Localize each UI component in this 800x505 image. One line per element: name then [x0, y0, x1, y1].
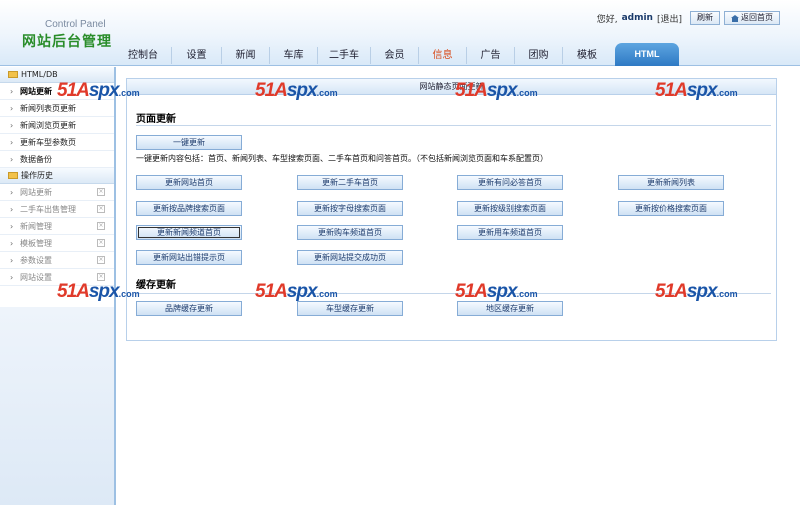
- close-icon[interactable]: ×: [97, 205, 105, 213]
- sidebar-item-news-list[interactable]: 新闻列表页更新: [0, 100, 114, 117]
- update-news-channel-button[interactable]: 更新新闻频道首页: [136, 225, 242, 240]
- update-buy-channel-button[interactable]: 更新购车频道首页: [297, 225, 403, 240]
- update-success-page-button[interactable]: 更新网站提交成功页: [297, 250, 403, 265]
- watermark: 51Aspx.com: [655, 281, 738, 302]
- watermark: 51Aspx.com: [255, 80, 338, 101]
- refresh-button[interactable]: 刷新: [690, 11, 720, 25]
- update-use-channel-button[interactable]: 更新用车频道首页: [457, 225, 563, 240]
- nav-templates[interactable]: 模板: [563, 47, 611, 64]
- close-icon[interactable]: ×: [97, 239, 105, 247]
- home-label: 返回首页: [741, 13, 773, 22]
- folder-icon: [8, 71, 18, 78]
- nav-members[interactable]: 会员: [371, 47, 419, 64]
- logo-title: 网站后台管理: [22, 34, 112, 50]
- nav-news[interactable]: 新闻: [222, 47, 270, 64]
- watermark: 51Aspx.com: [57, 80, 140, 101]
- nav-dashboard[interactable]: 控制台: [115, 47, 172, 64]
- greeting: 您好,: [596, 14, 618, 25]
- update-price-search-button[interactable]: 更新按价格搜索页面: [618, 201, 724, 216]
- sidebar-item-label: 新闻浏览页更新: [20, 120, 76, 130]
- update-used-home-button[interactable]: 更新二手车首页: [297, 175, 403, 190]
- nav-ads[interactable]: 广告: [467, 47, 515, 64]
- history-item-label: 二手车出售管理: [20, 204, 76, 214]
- sidebar-item-label: 数据备份: [20, 154, 52, 164]
- history-item-site-update[interactable]: 网站更新 ×: [0, 184, 114, 201]
- watermark: 51Aspx.com: [455, 80, 538, 101]
- nav-garage[interactable]: 车库: [270, 47, 318, 64]
- home-icon: [731, 14, 739, 22]
- update-description: 一键更新内容包括：首页、新闻列表、车型搜索页面、二手车首页和问答首页。（不包括新…: [136, 154, 548, 163]
- history-item-label: 新闻管理: [20, 221, 52, 231]
- brand-cache-button[interactable]: 品牌缓存更新: [136, 301, 242, 316]
- update-letter-search-button[interactable]: 更新按字母搜索页面: [297, 201, 403, 216]
- watermark: 51Aspx.com: [455, 281, 538, 302]
- nav-html-active-tab[interactable]: HTML: [615, 43, 679, 66]
- history-item-label: 参数设置: [20, 255, 52, 265]
- close-icon[interactable]: ×: [97, 222, 105, 230]
- close-icon[interactable]: ×: [97, 256, 105, 264]
- header: Control Panel 网站后台管理 您好, admin [退出] 刷新 返…: [0, 0, 800, 66]
- logout-link[interactable]: [退出]: [657, 12, 682, 25]
- sidebar-item-label: 新闻列表页更新: [20, 103, 76, 113]
- sidebar-group-label: 操作历史: [21, 171, 53, 180]
- user-bar: 您好, admin [退出] 刷新 返回首页: [597, 11, 780, 25]
- watermark: 51Aspx.com: [57, 281, 140, 302]
- update-error-page-button[interactable]: 更新网站出错提示页: [136, 250, 242, 265]
- history-item-used-sale[interactable]: 二手车出售管理 ×: [0, 201, 114, 218]
- history-item-label: 网站更新: [20, 187, 52, 197]
- sidebar-group-history[interactable]: 操作历史: [0, 168, 114, 184]
- nav-settings[interactable]: 设置: [172, 47, 222, 64]
- section-cache-update: 缓存更新: [136, 280, 176, 291]
- history-item-news[interactable]: 新闻管理 ×: [0, 218, 114, 235]
- sidebar-background: [0, 307, 114, 505]
- watermark: 51Aspx.com: [655, 80, 738, 101]
- update-qa-home-button[interactable]: 更新有问必答首页: [457, 175, 563, 190]
- update-level-search-button[interactable]: 更新按级别搜索页面: [457, 201, 563, 216]
- history-item-label: 网站设置: [20, 272, 52, 282]
- nav-groupbuy[interactable]: 团购: [515, 47, 563, 64]
- nav-used-cars[interactable]: 二手车: [318, 47, 371, 64]
- update-news-list-button[interactable]: 更新新闻列表: [618, 175, 724, 190]
- watermark: 51Aspx.com: [255, 281, 338, 302]
- update-homepage-button[interactable]: 更新网站首页: [136, 175, 242, 190]
- nav-info[interactable]: 信息: [419, 47, 467, 64]
- history-item-label: 模板管理: [20, 238, 52, 248]
- close-icon[interactable]: ×: [97, 273, 105, 281]
- close-icon[interactable]: ×: [97, 188, 105, 196]
- main-nav: 控制台 设置 新闻 车库 二手车 会员 信息 广告 团购 模板: [115, 45, 611, 66]
- sidebar-item-label: 网站更新: [20, 86, 52, 96]
- sidebar-item-car-params[interactable]: 更新车型参数页: [0, 134, 114, 151]
- folder-icon: [8, 172, 18, 179]
- section-page-update: 页面更新: [136, 114, 176, 125]
- sidebar-item-news-browse[interactable]: 新闻浏览页更新: [0, 117, 114, 134]
- history-item-params[interactable]: 参数设置 ×: [0, 252, 114, 269]
- update-brand-search-button[interactable]: 更新按品牌搜索页面: [136, 201, 242, 216]
- region-cache-button[interactable]: 地区缓存更新: [457, 301, 563, 316]
- model-cache-button[interactable]: 车型缓存更新: [297, 301, 403, 316]
- sidebar-item-backup[interactable]: 数据备份: [0, 151, 114, 168]
- history-item-templates[interactable]: 模板管理 ×: [0, 235, 114, 252]
- one-click-update-button[interactable]: 一键更新: [136, 135, 242, 150]
- home-button[interactable]: 返回首页: [724, 11, 780, 25]
- username: admin: [621, 13, 653, 23]
- divider: [136, 125, 771, 126]
- sidebar-item-label: 更新车型参数页: [20, 137, 76, 147]
- sidebar-group-label: HTML/DB: [21, 70, 58, 79]
- refresh-label: 刷新: [697, 13, 713, 22]
- logo-subtitle: Control Panel: [45, 19, 106, 30]
